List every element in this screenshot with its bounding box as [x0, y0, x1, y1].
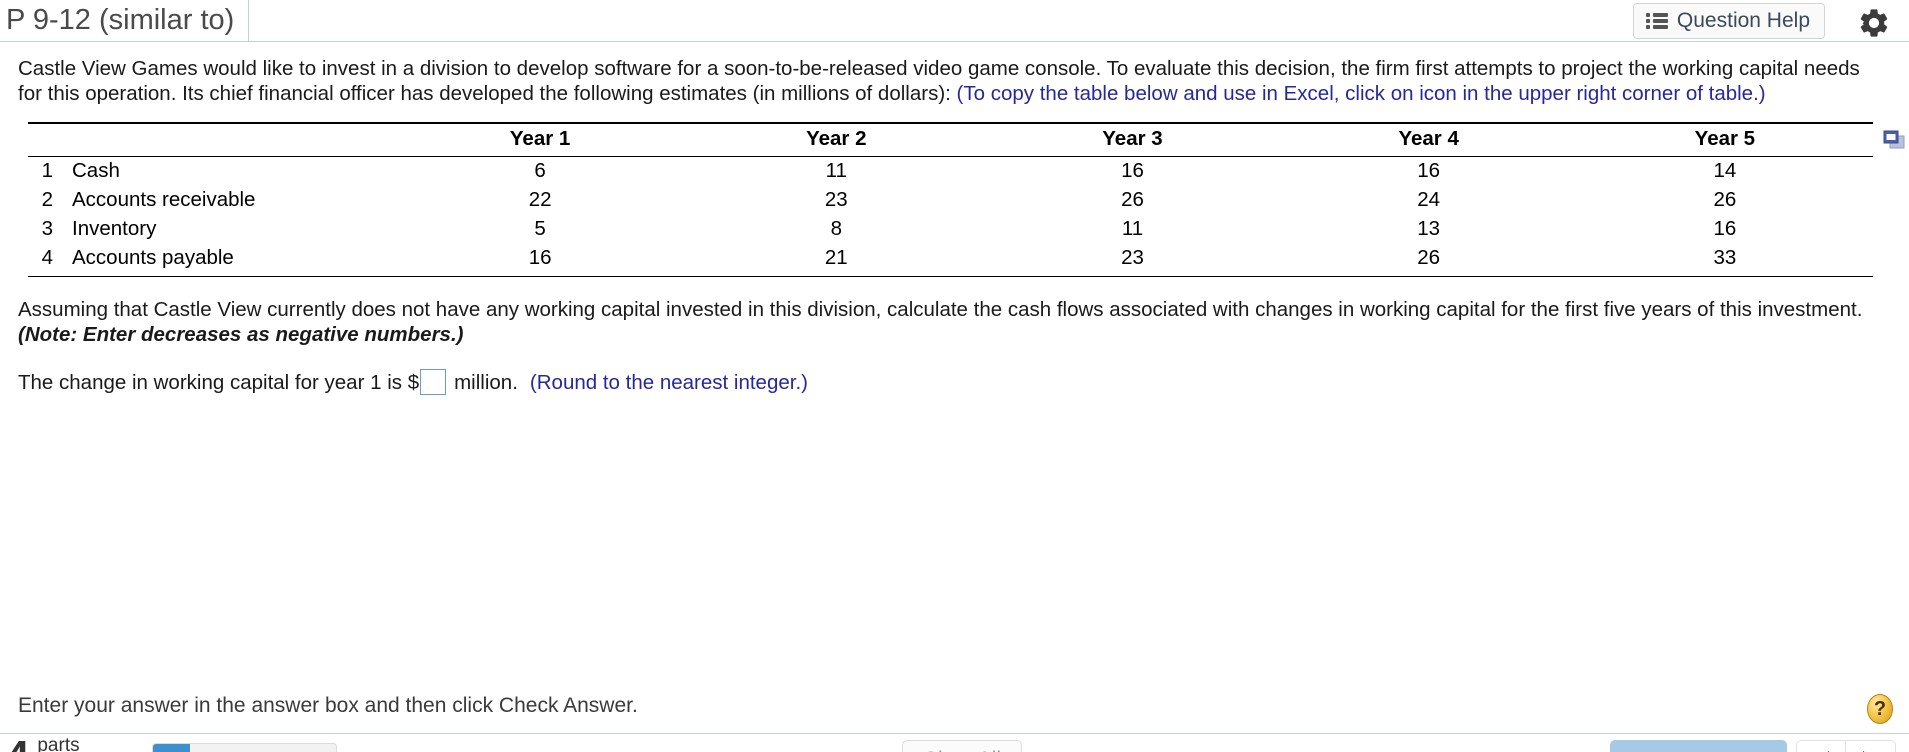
col-year-4: Year 4 — [1280, 122, 1577, 157]
cell-year-1: 5 — [534, 217, 546, 240]
cell-year-1: 6 — [534, 159, 546, 182]
row-number: 3 — [41, 217, 53, 240]
table-row: 3 Inventory 5 8 11 13 16 — [28, 215, 1873, 244]
help-question-icon[interactable]: ? — [1867, 694, 1893, 724]
cell-year-5: 26 — [1713, 188, 1737, 211]
exercise-page: P 9-12 (similar to) Question Help Castle… — [0, 0, 1909, 752]
cell-year-4: 16 — [1417, 159, 1441, 182]
footer-bar: 4 parts remaining Clear All Check Answer — [0, 734, 1909, 752]
answer-input[interactable] — [420, 369, 447, 395]
col-year-1: Year 1 — [392, 122, 689, 157]
cell-year-2: 23 — [824, 188, 848, 211]
answer-row: The change in working capital for year 1… — [18, 369, 1887, 395]
assumption-text: Assuming that Castle View currently does… — [18, 298, 1863, 321]
parts-label: parts remaining — [37, 735, 80, 752]
next-part-button[interactable] — [1846, 741, 1895, 752]
cell-year-4: 24 — [1417, 188, 1441, 211]
table-head: Year 1 Year 2 Year 3 Year 4 Year 5 — [28, 122, 1873, 157]
row-label: Cash — [72, 159, 120, 182]
cell-year-5: 33 — [1576, 244, 1873, 277]
parts-count: 4 — [6, 735, 29, 752]
answer-prefix: The change in working capital for year 1… — [18, 370, 420, 394]
answer-suffix: million. — [454, 370, 518, 394]
cell-year-3: 23 — [984, 244, 1281, 277]
table-row: 2 Accounts receivable 22 23 26 24 26 — [28, 186, 1873, 215]
col-year-2: Year 2 — [688, 122, 985, 157]
table-body: 1 Cash 6 11 16 16 14 2 Accounts receivab… — [28, 157, 1873, 277]
cell-year-3: 26 — [1121, 188, 1144, 211]
table-row: 1 Cash 6 11 16 16 14 — [28, 157, 1873, 187]
table-row: 4 Accounts payable 16 21 23 26 33 — [28, 244, 1873, 277]
copy-to-spreadsheet-icon[interactable] — [1883, 130, 1905, 150]
question-help-label: Question Help — [1676, 9, 1810, 32]
page-title: P 9-12 (similar to) — [6, 0, 250, 41]
working-capital-table: Year 1 Year 2 Year 3 Year 4 Year 5 1 Cas… — [28, 122, 1873, 277]
progress-bar-fill — [153, 744, 190, 752]
col-item — [62, 122, 392, 157]
rounding-note: (Round to the nearest integer.) — [529, 370, 808, 394]
cell-year-1: 22 — [528, 188, 552, 211]
col-rownum — [28, 122, 62, 157]
parts-remaining: 4 parts remaining — [6, 735, 129, 752]
row-number: 1 — [41, 159, 53, 182]
previous-part-button[interactable] — [1797, 741, 1846, 752]
cell-year-5: 14 — [1713, 159, 1737, 182]
row-label: Accounts receivable — [72, 188, 256, 211]
assumption-paragraph: Assuming that Castle View currently does… — [18, 297, 1887, 347]
gear-icon[interactable] — [1857, 6, 1891, 40]
cell-year-5: 16 — [1713, 217, 1737, 240]
cell-year-2: 21 — [688, 244, 985, 277]
check-answer-button[interactable]: Check Answer — [1610, 740, 1787, 752]
table-header-row: Year 1 Year 2 Year 3 Year 4 Year 5 — [28, 122, 1873, 157]
cell-year-3: 16 — [1121, 159, 1144, 182]
cell-year-2: 11 — [825, 159, 847, 182]
row-label: Inventory — [72, 217, 157, 240]
navigation-buttons — [1796, 740, 1896, 752]
row-label: Accounts payable — [62, 244, 392, 277]
cell-year-4: 26 — [1280, 244, 1577, 277]
row-number: 4 — [28, 244, 62, 277]
question-help-button[interactable]: Question Help — [1632, 3, 1825, 39]
col-year-5: Year 5 — [1576, 122, 1873, 157]
page-header: P 9-12 (similar to) Question Help — [0, 0, 1909, 42]
problem-statement: Castle View Games would like to invest i… — [18, 56, 1887, 106]
cell-year-1: 16 — [392, 244, 689, 277]
list-icon — [1645, 12, 1668, 30]
note-text: (Note: Enter decreases as negative numbe… — [18, 323, 464, 346]
cell-year-3: 11 — [1121, 217, 1144, 240]
excel-copy-note: (To copy the table below and use in Exce… — [956, 82, 1766, 105]
footer-hint: Enter your answer in the answer box and … — [18, 694, 638, 717]
row-number: 2 — [41, 188, 53, 211]
cell-year-2: 8 — [830, 217, 842, 240]
col-year-3: Year 3 — [984, 122, 1281, 157]
exercise-content: Castle View Games would like to invest i… — [0, 42, 1909, 395]
progress-bar — [152, 743, 337, 752]
clear-all-button[interactable]: Clear All — [902, 740, 1022, 752]
data-table-container: Year 1 Year 2 Year 3 Year 4 Year 5 1 Cas… — [0, 122, 1909, 277]
cell-year-4: 13 — [1417, 217, 1441, 240]
